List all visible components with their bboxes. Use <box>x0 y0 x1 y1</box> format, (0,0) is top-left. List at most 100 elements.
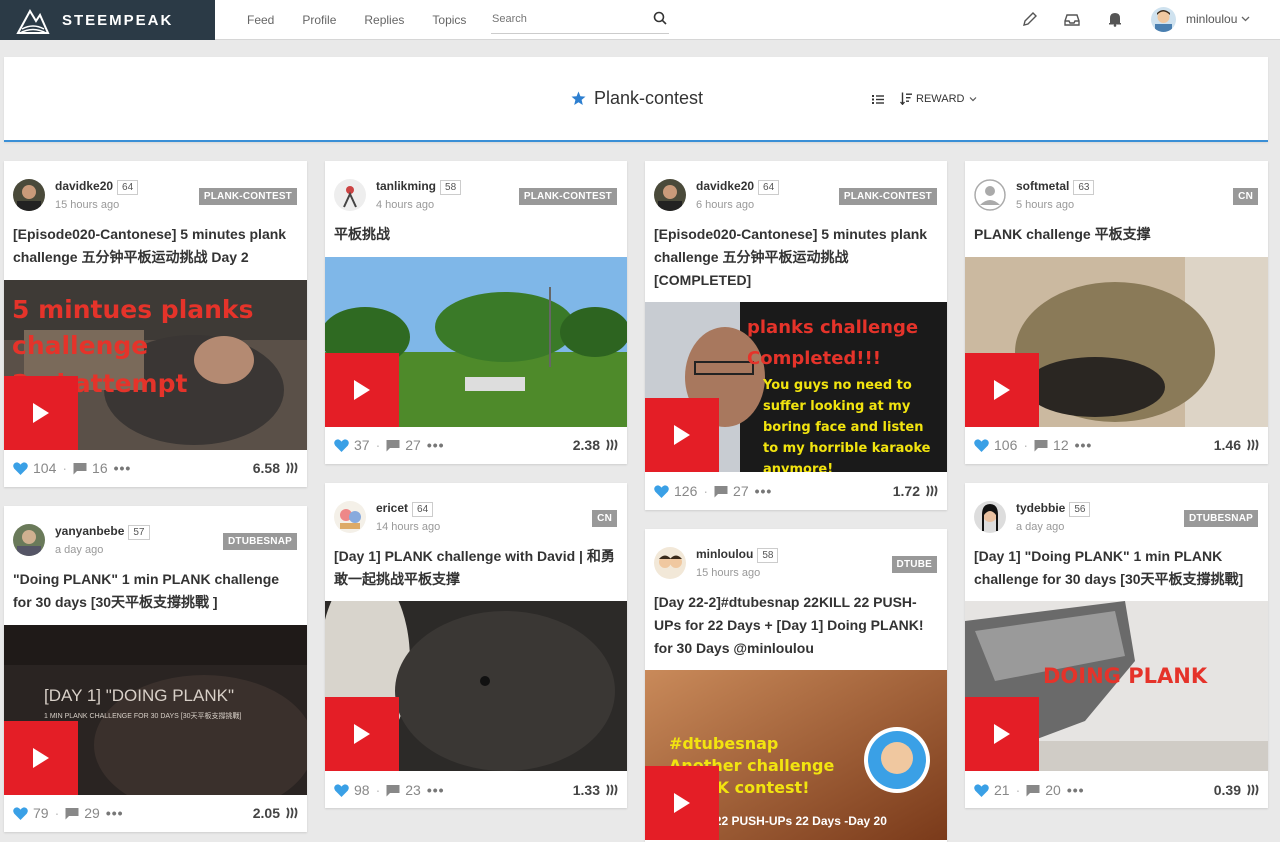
category-tag[interactable]: PLANK-CONTEST <box>198 188 297 205</box>
post-card[interactable]: tydebbie 56 a day ago DTUBESNAP [Day 1] "… <box>965 483 1268 808</box>
comment-icon[interactable] <box>386 439 400 452</box>
heart-icon[interactable] <box>13 806 28 820</box>
post-card[interactable]: davidke20 64 15 hours ago PLANK-CONTEST [… <box>4 161 307 487</box>
post-thumbnail[interactable]: #dtubesnap Another challenge PLANK conte… <box>645 670 947 840</box>
heart-icon[interactable] <box>654 484 669 498</box>
post-thumbnail[interactable] <box>325 601 627 771</box>
author-name[interactable]: davidke20 64 <box>55 179 139 195</box>
nav-feed[interactable]: Feed <box>247 13 274 27</box>
avatar[interactable] <box>974 179 1006 211</box>
play-button[interactable] <box>965 353 1039 427</box>
comment-count[interactable]: 27 <box>733 483 749 499</box>
logo[interactable]: STEEMPEAK <box>0 0 215 40</box>
avatar[interactable] <box>13 179 45 211</box>
post-card[interactable]: ericet 64 14 hours ago CN [Day 1] PLANK c… <box>325 483 627 808</box>
category-tag[interactable]: CN <box>592 510 617 527</box>
category-tag[interactable]: DTUBE <box>891 556 937 573</box>
payout[interactable]: 2.05 <box>253 805 298 821</box>
post-card[interactable]: minloulou 58 15 hours ago DTUBE [Day 22-2… <box>645 529 947 842</box>
payout[interactable]: 1.46 <box>1214 437 1259 453</box>
avatar[interactable] <box>334 501 366 533</box>
avatar[interactable] <box>13 524 45 556</box>
bell-icon[interactable] <box>1107 11 1123 27</box>
vote-count[interactable]: 126 <box>674 483 697 499</box>
post-thumbnail[interactable] <box>325 257 627 427</box>
comment-icon[interactable] <box>1026 784 1040 797</box>
star-icon[interactable] <box>571 91 586 106</box>
post-title[interactable]: [Day 22-2]#dtubesnap 22KILL 22 PUSH-UPs … <box>654 591 937 660</box>
list-view-icon[interactable] <box>872 94 884 105</box>
heart-icon[interactable] <box>334 438 349 452</box>
nav-replies[interactable]: Replies <box>364 13 404 27</box>
pencil-icon[interactable] <box>1022 11 1038 27</box>
post-card[interactable]: softmetal 63 5 hours ago CN PLANK challen… <box>965 161 1268 464</box>
category-tag[interactable]: DTUBESNAP <box>222 533 297 550</box>
comment-count[interactable]: 16 <box>92 460 108 476</box>
comment-icon[interactable] <box>65 807 79 820</box>
category-tag[interactable]: DTUBESNAP <box>1183 510 1258 527</box>
comment-icon[interactable] <box>73 462 87 475</box>
post-title[interactable]: 平板挑战 <box>334 223 617 246</box>
vote-count[interactable]: 98 <box>354 782 370 798</box>
payout[interactable]: 1.72 <box>893 483 938 499</box>
avatar[interactable] <box>334 179 366 211</box>
play-button[interactable] <box>645 766 719 840</box>
author-name[interactable]: tanlikming 58 <box>376 179 462 195</box>
post-thumbnail[interactable]: planks challenge Completed!!! You guys n… <box>645 302 947 472</box>
post-thumbnail[interactable]: 5 mintues planks challenge 2nd attempt <box>4 280 307 450</box>
inbox-icon[interactable] <box>1064 12 1080 28</box>
more-options[interactable]: ••• <box>427 437 445 453</box>
author-name[interactable]: ericet 64 <box>376 501 434 517</box>
more-options[interactable]: ••• <box>1067 782 1085 798</box>
nav-topics[interactable]: Topics <box>432 13 466 27</box>
post-card[interactable]: davidke20 64 6 hours ago PLANK-CONTEST [E… <box>645 161 947 510</box>
chevron-down-icon[interactable] <box>1241 14 1250 23</box>
search-input[interactable] <box>491 6 641 32</box>
comment-count[interactable]: 27 <box>405 437 421 453</box>
comment-count[interactable]: 20 <box>1045 782 1061 798</box>
heart-icon[interactable] <box>334 783 349 797</box>
vote-count[interactable]: 79 <box>33 805 49 821</box>
category-tag[interactable]: CN <box>1233 188 1258 205</box>
post-title[interactable]: [Day 1] "Doing PLANK" 1 min PLANK challe… <box>974 545 1258 591</box>
comment-icon[interactable] <box>386 784 400 797</box>
author-name[interactable]: davidke20 64 <box>696 179 780 195</box>
comment-icon[interactable] <box>714 485 728 498</box>
play-button[interactable] <box>4 721 78 795</box>
author-name[interactable]: tydebbie 56 <box>1016 501 1091 517</box>
author-name[interactable]: yanyanbebe 57 <box>55 524 150 540</box>
post-title[interactable]: [Day 1] PLANK challenge with David | 和勇敢… <box>334 545 617 591</box>
category-tag[interactable]: PLANK-CONTEST <box>838 188 937 205</box>
post-thumbnail[interactable] <box>965 257 1268 427</box>
comment-count[interactable]: 23 <box>405 782 421 798</box>
author-name[interactable]: softmetal 63 <box>1016 179 1095 195</box>
post-thumbnail[interactable]: DOING PLANK <box>965 601 1268 771</box>
post-title[interactable]: "Doing PLANK" 1 min PLANK challenge for … <box>13 568 297 614</box>
more-options[interactable]: ••• <box>1075 437 1093 453</box>
play-button[interactable] <box>325 353 399 427</box>
sort-dropdown[interactable]: REWARD <box>900 92 977 105</box>
nav-profile[interactable]: Profile <box>302 13 336 27</box>
comment-count[interactable]: 29 <box>84 805 100 821</box>
vote-count[interactable]: 21 <box>994 782 1010 798</box>
post-card[interactable]: tanlikming 58 4 hours ago PLANK-CONTEST 平… <box>325 161 627 464</box>
heart-icon[interactable] <box>13 461 28 475</box>
post-thumbnail[interactable]: [DAY 1] "DOING PLANK" 1 MIN PLANK CHALLE… <box>4 625 307 795</box>
post-card[interactable]: yanyanbebe 57 a day ago DTUBESNAP "Doing … <box>4 506 307 832</box>
author-name[interactable]: minloulou 58 <box>696 547 779 563</box>
payout[interactable]: 6.58 <box>253 460 298 476</box>
avatar[interactable] <box>974 501 1006 533</box>
vote-count[interactable]: 37 <box>354 437 370 453</box>
vote-count[interactable]: 106 <box>994 437 1017 453</box>
heart-icon[interactable] <box>974 783 989 797</box>
play-button[interactable] <box>645 398 719 472</box>
comment-count[interactable]: 12 <box>1053 437 1069 453</box>
comment-icon[interactable] <box>1034 439 1048 452</box>
heart-icon[interactable] <box>974 438 989 452</box>
vote-count[interactable]: 104 <box>33 460 56 476</box>
play-button[interactable] <box>325 697 399 771</box>
more-options[interactable]: ••• <box>427 782 445 798</box>
payout[interactable]: 1.33 <box>573 782 618 798</box>
post-title[interactable]: [Episode020-Cantonese] 5 minutes plank c… <box>654 223 937 292</box>
more-options[interactable]: ••• <box>114 460 132 476</box>
